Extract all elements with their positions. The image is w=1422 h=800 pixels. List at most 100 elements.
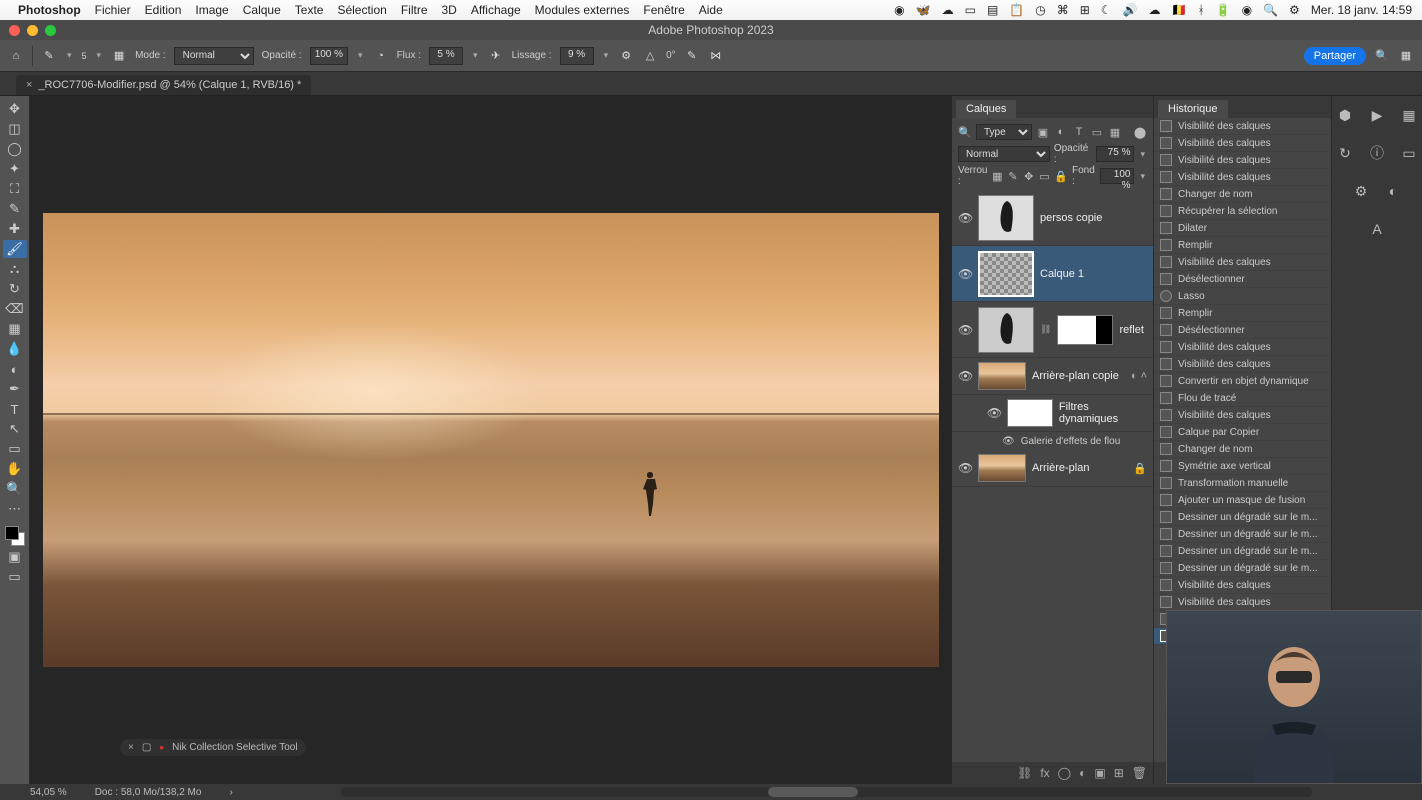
blend-mode-select[interactable]: Normal xyxy=(174,47,254,65)
lock-artboard-icon[interactable]: ▭ xyxy=(1039,169,1051,183)
airbrush-icon[interactable]: ✈ xyxy=(488,48,504,64)
history-item[interactable]: Dilater xyxy=(1154,220,1331,237)
fill-value[interactable]: 100 % xyxy=(1100,168,1135,184)
history-item[interactable]: Flou de tracé xyxy=(1154,390,1331,407)
menu-layer[interactable]: Calque xyxy=(243,3,281,17)
history-item[interactable]: Ajouter un masque de fusion xyxy=(1154,492,1331,509)
layer-thumbnail[interactable] xyxy=(978,251,1034,297)
history-item[interactable]: Désélectionner xyxy=(1154,271,1331,288)
status-icon-clipboard[interactable]: 📋 xyxy=(1009,3,1024,17)
history-item[interactable]: Visibilité des calques xyxy=(1154,118,1331,135)
clock-text[interactable]: Mer. 18 janv. 14:59 xyxy=(1311,3,1412,17)
shape-tool[interactable]: ▭ xyxy=(3,440,27,458)
smoothing-value[interactable]: 9 % xyxy=(560,47,594,65)
history-item[interactable]: Dessiner un dégradé sur le m... xyxy=(1154,543,1331,560)
layer-row[interactable]: 👁 Calque 1 xyxy=(952,246,1153,302)
history-item[interactable]: Visibilité des calques xyxy=(1154,339,1331,356)
history-item[interactable]: Visibilité des calques xyxy=(1154,169,1331,186)
menu-image[interactable]: Image xyxy=(195,3,228,17)
status-icon-binoculars[interactable]: ⌘ xyxy=(1057,3,1069,17)
dodge-tool[interactable]: ◐ xyxy=(3,360,27,378)
canvas-area[interactable]: × ▢ ● Nik Collection Selective Tool xyxy=(30,96,952,784)
eyedropper-tool[interactable]: ✎ xyxy=(3,200,27,218)
screenmode-tool[interactable]: ▭ xyxy=(3,568,27,586)
history-item[interactable]: Dessiner un dégradé sur le m... xyxy=(1154,509,1331,526)
adjustment-icon[interactable]: ◐ xyxy=(1079,766,1086,780)
flow-value[interactable]: 5 % xyxy=(429,47,463,65)
smart-filters-row[interactable]: 👁 Filtres dynamiques xyxy=(952,395,1153,432)
search-icon[interactable]: 🔍 xyxy=(958,125,972,139)
opacity-value[interactable]: 100 % xyxy=(310,47,348,65)
properties-icon[interactable]: ◐ xyxy=(1384,182,1402,200)
color-swatches[interactable] xyxy=(5,526,25,546)
menu-filter[interactable]: Filtre xyxy=(401,3,428,17)
history-item[interactable]: Lasso xyxy=(1154,288,1331,305)
quickmask-tool[interactable]: ▣ xyxy=(3,548,27,566)
adjustments-icon[interactable]: ⚙ xyxy=(1352,182,1370,200)
stamp-tool[interactable]: ⛬ xyxy=(3,260,27,278)
history-item[interactable]: Convertir en objet dynamique xyxy=(1154,373,1331,390)
selection-tool[interactable]: ✦ xyxy=(3,160,27,178)
brush-preset-dropdown[interactable]: ▾ xyxy=(65,50,74,61)
status-icon-search[interactable]: 🔍 xyxy=(1263,3,1278,17)
history-item[interactable]: Récupérer la sélection xyxy=(1154,203,1331,220)
lock-all-icon[interactable]: 🔒 xyxy=(1054,169,1068,183)
hand-tool[interactable]: ✋ xyxy=(3,460,27,478)
status-icon-1[interactable]: ◉ xyxy=(894,3,904,17)
pressure-size-icon[interactable]: ✎ xyxy=(684,48,700,64)
eraser-tool[interactable]: ⌫ xyxy=(3,300,27,318)
brush-panel-icon[interactable]: ▦ xyxy=(111,48,127,64)
lock-position-icon[interactable]: ✥ xyxy=(1023,169,1035,183)
close-tab-icon[interactable]: × xyxy=(26,79,32,91)
navigator-icon[interactable]: ▭ xyxy=(1400,144,1418,162)
document-tab[interactable]: × _ROC7706-Modifier.psd @ 54% (Calque 1,… xyxy=(16,75,311,95)
history-item[interactable]: Calque par Copier xyxy=(1154,424,1331,441)
link-icon[interactable]: ⛓ xyxy=(1040,324,1051,335)
menu-3d[interactable]: 3D xyxy=(442,3,457,17)
layer-thumbnail[interactable] xyxy=(978,195,1034,241)
history-item[interactable]: Changer de nom xyxy=(1154,186,1331,203)
filter-toggle-icon[interactable]: ⬤ xyxy=(1133,125,1147,139)
heal-tool[interactable]: ✚ xyxy=(3,220,27,238)
delete-layer-icon[interactable]: 🗑 xyxy=(1132,766,1147,780)
layer-fx-icon[interactable]: fx xyxy=(1040,766,1049,780)
layer-row[interactable]: 👁 ⛓ reflet xyxy=(952,302,1153,358)
workspace-icon[interactable]: ▦ xyxy=(1398,48,1414,64)
angle-value[interactable]: 0° xyxy=(666,50,676,61)
histogram-icon[interactable]: ▦ xyxy=(1400,106,1418,124)
filter-type-icon[interactable]: T xyxy=(1072,125,1086,139)
status-icon-battery[interactable]: ▤ xyxy=(987,3,998,17)
filter-smart-icon[interactable]: ▦ xyxy=(1108,125,1122,139)
history-item[interactable]: Remplir xyxy=(1154,237,1331,254)
smart-filter-item[interactable]: 👁 Galerie d'effets de flou xyxy=(952,432,1153,450)
nik-maximize-icon[interactable]: ▢ xyxy=(142,742,151,753)
nik-close-icon[interactable]: × xyxy=(128,742,134,753)
search-icon[interactable]: 🔍 xyxy=(1374,48,1390,64)
visibility-icon[interactable]: 👁 xyxy=(958,323,972,337)
visibility-icon[interactable]: 👁 xyxy=(987,406,1001,420)
status-icon-clock[interactable]: ◷ xyxy=(1035,3,1045,17)
brush-size-value[interactable]: 5 xyxy=(82,51,87,61)
group-icon[interactable]: ▣ xyxy=(1094,766,1105,780)
actions-play-icon[interactable]: ▶ xyxy=(1368,106,1386,124)
document-canvas[interactable] xyxy=(43,213,939,667)
filter-shape-icon[interactable]: ▭ xyxy=(1090,125,1104,139)
history-tab[interactable]: Historique xyxy=(1158,100,1228,118)
filter-adjust-icon[interactable]: ◐ xyxy=(1054,125,1068,139)
symmetry-icon[interactable]: ⋈ xyxy=(708,48,724,64)
home-icon[interactable]: ⌂ xyxy=(8,48,24,64)
smart-filter-name[interactable]: Galerie d'effets de flou xyxy=(1021,436,1121,447)
lasso-tool[interactable]: ◯ xyxy=(3,140,27,158)
blur-tool[interactable]: 💧 xyxy=(3,340,27,358)
gradient-tool[interactable]: ▦ xyxy=(3,320,27,338)
history-item[interactable]: Visibilité des calques xyxy=(1154,135,1331,152)
status-icon-cc[interactable]: ☁ xyxy=(942,3,954,17)
layer-name[interactable]: persos copie xyxy=(1040,212,1102,224)
menu-text[interactable]: Texte xyxy=(295,3,324,17)
move-tool[interactable]: ✥ xyxy=(3,100,27,118)
pressure-opacity-icon[interactable]: ◔ xyxy=(373,48,389,64)
history-item[interactable]: Visibilité des calques xyxy=(1154,254,1331,271)
layer-row[interactable]: 👁 persos copie xyxy=(952,190,1153,246)
history-item[interactable]: Dessiner un dégradé sur le m... xyxy=(1154,560,1331,577)
window-close-button[interactable] xyxy=(9,25,20,36)
